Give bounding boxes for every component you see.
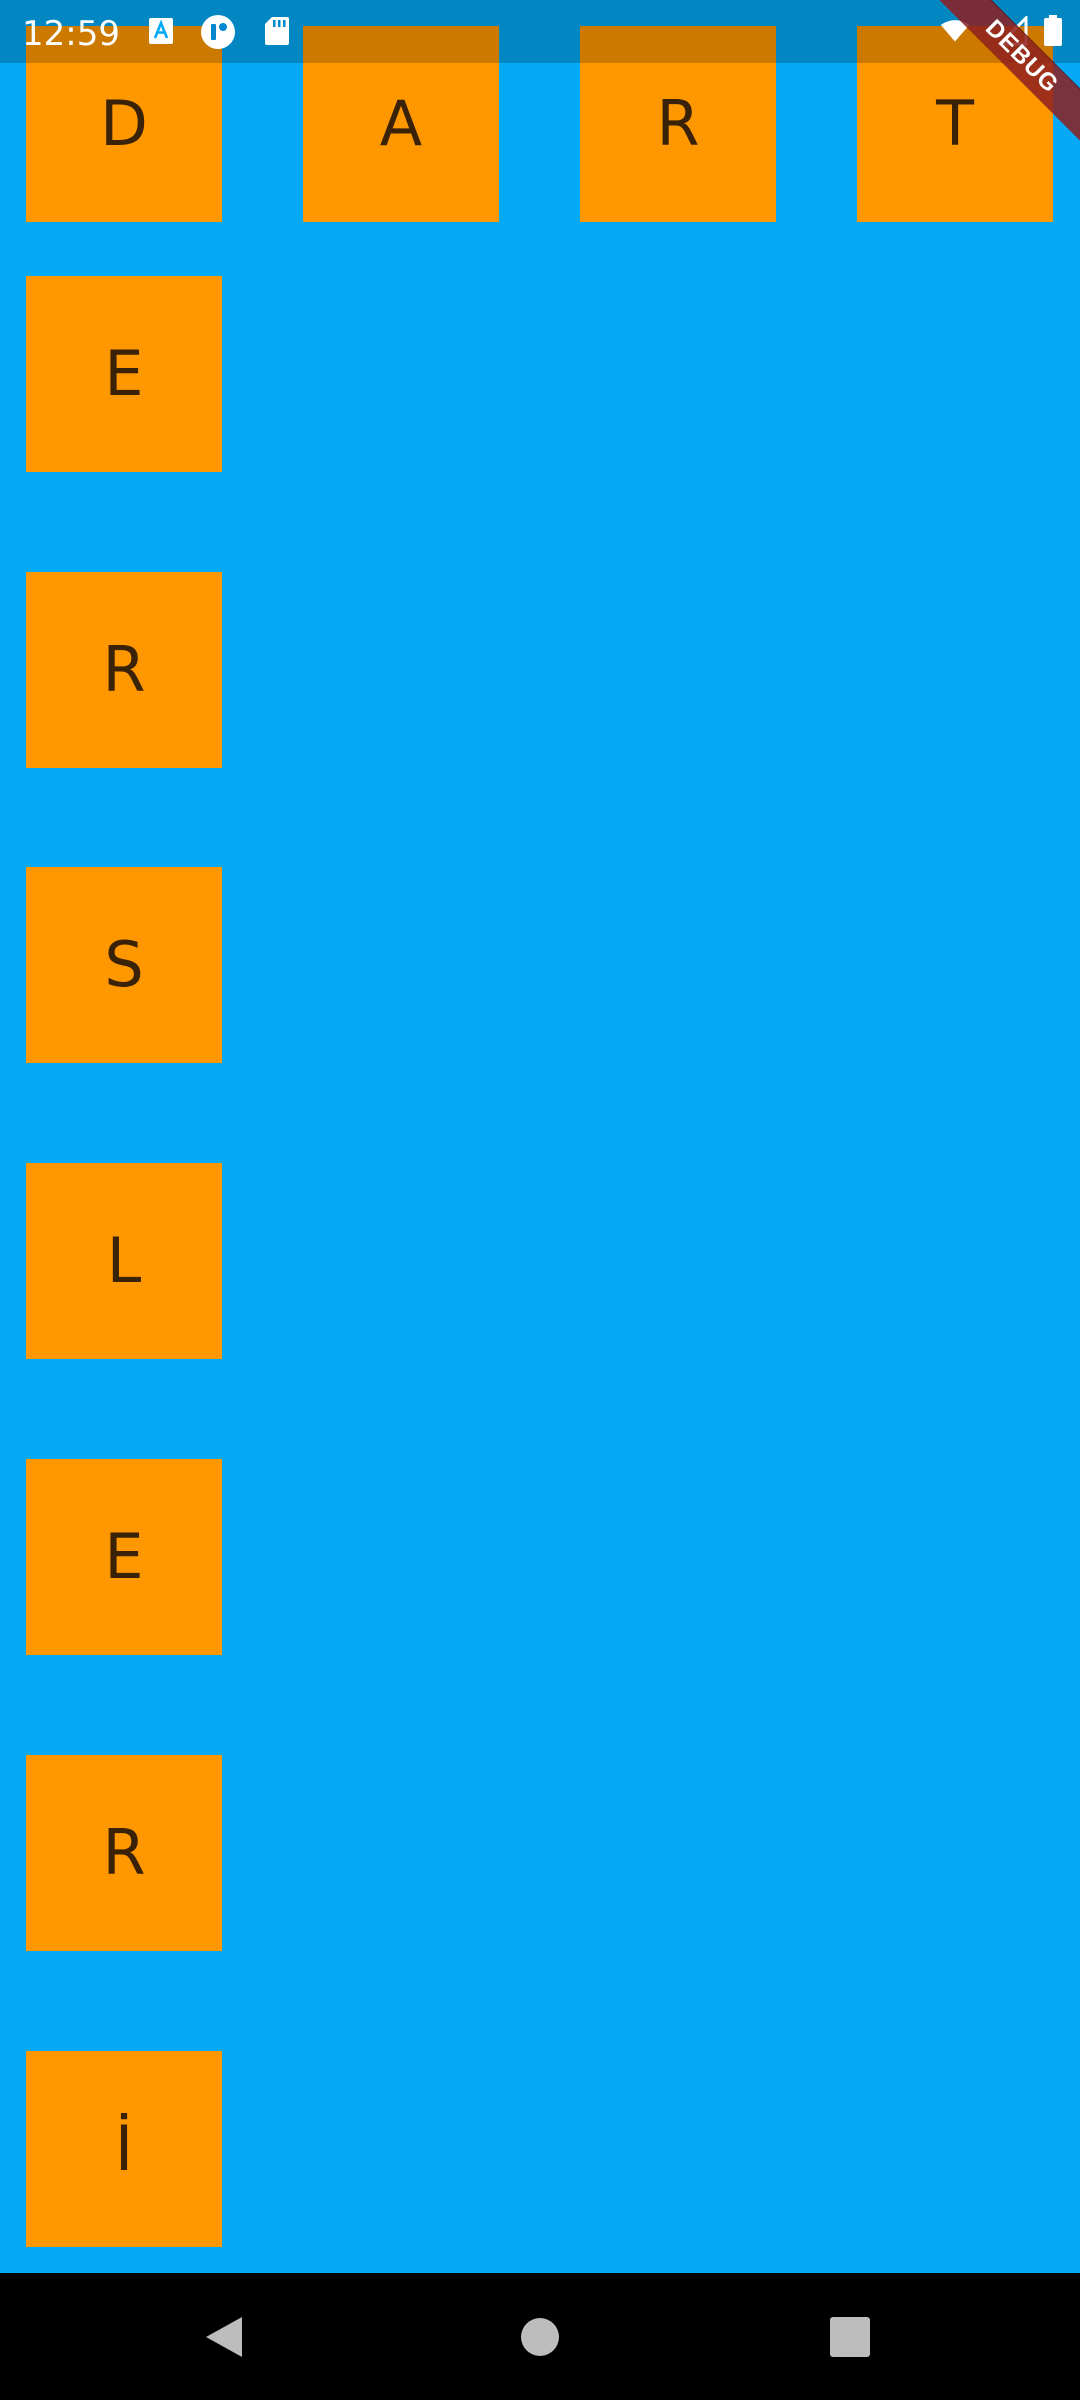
home-button[interactable] <box>508 2305 572 2369</box>
status-bar: 12:59 <box>0 0 1080 63</box>
recents-button[interactable] <box>818 2305 882 2369</box>
back-icon <box>206 2317 242 2357</box>
battery-icon <box>1038 15 1068 46</box>
letter-tile: R <box>26 1755 222 1951</box>
letter-tile: S <box>26 867 222 1063</box>
home-icon <box>521 2318 559 2356</box>
letter-tile: E <box>26 1459 222 1655</box>
back-button[interactable] <box>192 2305 256 2369</box>
letter-tile: E <box>26 276 222 472</box>
sd-card-icon <box>262 16 292 46</box>
m-notification-icon <box>200 14 236 50</box>
letter-tile: R <box>26 572 222 768</box>
letter-tile: L <box>26 1163 222 1359</box>
status-time: 12:59 <box>22 14 120 54</box>
letter-tile: İ <box>26 2051 222 2247</box>
font-a-icon <box>146 16 176 46</box>
recents-icon <box>830 2317 870 2357</box>
app-canvas: D A R T E R S L E R İ <box>0 0 1080 2400</box>
navigation-bar <box>0 2273 1080 2400</box>
